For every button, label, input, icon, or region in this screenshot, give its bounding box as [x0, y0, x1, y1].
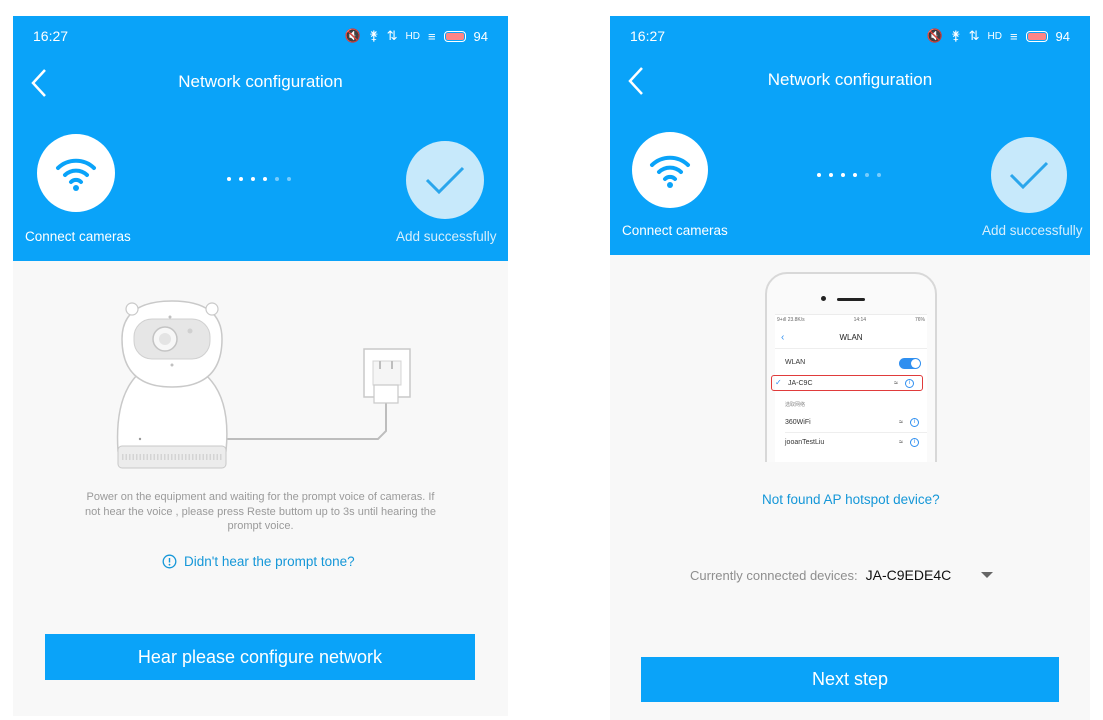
- mock-section-label: 选取网络: [785, 402, 806, 408]
- mock-check-icon: ✓: [775, 378, 782, 387]
- step-connect-label: Connect cameras: [25, 229, 131, 244]
- progress-dots: [817, 173, 881, 177]
- signal-icon: ≡: [1009, 28, 1018, 44]
- mute-icon: 🔇: [344, 28, 362, 43]
- mock-info-icon: i: [905, 379, 914, 388]
- mock-selected-network-row: ✓ JA-C9C ≈ i: [771, 375, 923, 391]
- mock-network-name: jooanTestLiu: [785, 439, 825, 446]
- status-bar: 16:27 🔇 ⚵ ⇅ HD ≡ 94: [610, 16, 1090, 56]
- step-connect-circle: [632, 132, 708, 208]
- hd-icon: HD: [405, 30, 420, 42]
- header-bar: 16:27 🔇 ⚵ ⇅ HD ≡ 94 Network configuratio…: [610, 16, 1090, 255]
- step-connect-label: Connect cameras: [622, 223, 728, 238]
- camera-illustration: [116, 300, 411, 469]
- status-time: 16:27: [630, 28, 666, 44]
- mock-info-icon: i: [910, 438, 919, 447]
- step-success-label: Add successfully: [982, 223, 1083, 238]
- page-title: Network configuration: [178, 72, 343, 91]
- mock-wifi-icon: ≈: [899, 439, 903, 446]
- header-bar: 16:27 🔇 ⚵ ⇅ HD ≡ 94 Network configuratio…: [13, 16, 508, 261]
- status-bar: 16:27 🔇 ⚵ ⇅ HD ≡ 94: [13, 16, 508, 56]
- connected-devices-label: Currently connected devices:: [690, 567, 858, 583]
- mock-title: WLAN: [839, 333, 863, 342]
- status-icons: 🔇 ⚵ ⇅ HD ≡ 94: [345, 28, 488, 44]
- wifi-icon: [56, 158, 96, 191]
- mock-network-row: 360WiFi ≈ i: [775, 415, 927, 431]
- step-success-circle: [991, 137, 1067, 213]
- battery-icon: [1025, 30, 1048, 42]
- battery-level: 94: [1055, 28, 1070, 44]
- mock-status-time: 14:14: [853, 317, 867, 323]
- mock-status-bar: 9+ıll 23.8K/s 14:14 76%: [777, 317, 925, 323]
- connected-device-value: JA-C9EDE4C: [865, 567, 952, 583]
- page-title: Network configuration: [767, 70, 933, 89]
- status-icons: 🔇 ⚵ ⇅ HD ≡ 94: [927, 28, 1070, 44]
- connected-device-selector[interactable]: Currently connected devices: JA-C9EDE4C: [690, 567, 994, 583]
- mock-info-icon: i: [910, 418, 919, 427]
- prompt-tone-help-text: Didn't hear the prompt tone?: [184, 554, 355, 569]
- hd-icon: HD: [987, 30, 1002, 42]
- signal-icon: ≡: [427, 28, 436, 44]
- progress-dots: [227, 177, 291, 181]
- instruction-text: Power on the equipment and waiting for t…: [85, 491, 436, 532]
- wifi-icon: [650, 155, 690, 188]
- battery-level: 94: [473, 28, 488, 44]
- phone-frame: 9+ıll 23.8K/s 14:14 76% ‹ WLAN WLAN ✓ JA…: [765, 272, 937, 462]
- checkmark-icon: [1009, 161, 1049, 190]
- mock-wifi-icon: ≈: [894, 380, 898, 387]
- left-phone-screen: 16:27 🔇 ⚵ ⇅ HD ≡ 94 Network configuratio…: [13, 16, 508, 716]
- info-circle-icon: [162, 554, 177, 569]
- checkmark-icon: [425, 166, 465, 195]
- mock-wlan-toggle-row: WLAN: [775, 355, 927, 371]
- mock-network-name: 360WiFi: [785, 419, 811, 426]
- mock-toggle-icon: [899, 358, 921, 369]
- configure-network-button[interactable]: Hear please configure network: [45, 634, 475, 680]
- lock-icon: ⚵: [369, 28, 379, 43]
- mock-nav-bar: ‹ WLAN: [775, 327, 927, 349]
- dropdown-arrow-icon[interactable]: [981, 572, 994, 578]
- mute-icon: 🔇: [926, 28, 944, 43]
- step-connect-circle: [37, 134, 115, 212]
- mock-selected-network: JA-C9C: [788, 380, 813, 387]
- phone-wlan-illustration: 9+ıll 23.8K/s 14:14 76% ‹ WLAN WLAN ✓ JA…: [765, 272, 937, 462]
- phone-camera-dot: [821, 296, 826, 301]
- lock-icon: ⚵: [951, 28, 961, 43]
- mock-wlan-label: WLAN: [785, 359, 806, 366]
- mock-network-row: jooanTestLiu ≈ i: [775, 435, 927, 451]
- network-speed-icon: ⇅: [968, 28, 980, 43]
- mock-wifi-icon: ≈: [899, 419, 903, 426]
- phone-wlan-screen: 9+ıll 23.8K/s 14:14 76% ‹ WLAN WLAN ✓ JA…: [771, 314, 927, 462]
- right-phone-screen: 16:27 🔇 ⚵ ⇅ HD ≡ 94 Network configuratio…: [610, 16, 1090, 720]
- mock-status-left: 9+ıll 23.8K/s: [777, 317, 805, 323]
- step-success-label: Add successfully: [396, 229, 497, 244]
- phone-speaker: [837, 298, 865, 301]
- ap-hotspot-help-link[interactable]: Not found AP hotspot device?: [762, 492, 940, 507]
- battery-icon: [443, 30, 466, 42]
- network-speed-icon: ⇅: [386, 28, 398, 43]
- mock-status-right: 76%: [914, 317, 925, 323]
- status-time: 16:27: [33, 28, 69, 44]
- next-step-button[interactable]: Next step: [641, 657, 1059, 702]
- step-success-circle: [406, 141, 484, 219]
- prompt-tone-help-link[interactable]: Didn't hear the prompt tone?: [162, 554, 355, 569]
